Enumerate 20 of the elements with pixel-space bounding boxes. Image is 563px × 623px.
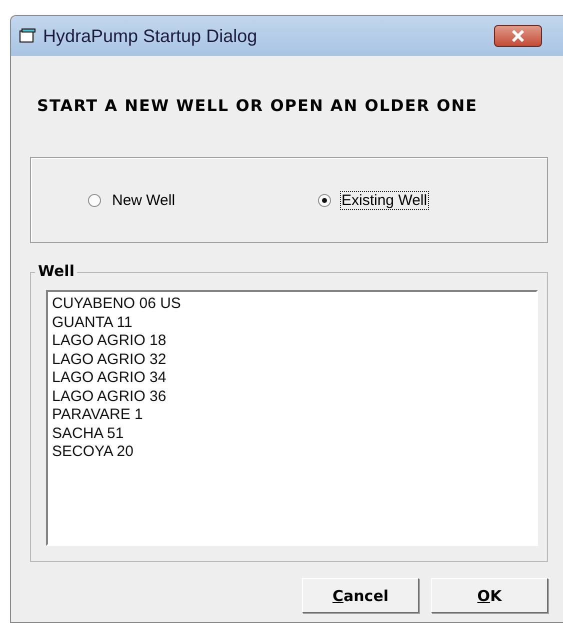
list-item[interactable]: SACHA 51 <box>52 424 124 442</box>
list-item[interactable]: CUYABENO 06 US <box>52 295 181 312</box>
list-item[interactable]: SECOYA 20 <box>52 443 134 460</box>
radio-button[interactable] <box>88 194 101 206</box>
list-item[interactable]: GUANTA 11 <box>52 314 132 330</box>
radio-label[interactable]: Existing Well <box>340 190 430 210</box>
window-title: HydraPump Startup Dialog <box>43 26 258 46</box>
radio-label[interactable]: New Well <box>110 190 178 210</box>
radio-button[interactable] <box>318 194 330 206</box>
list-item[interactable]: LAGO AGRIO 18 <box>52 332 166 349</box>
list-item[interactable]: LAGO AGRIO 36 <box>52 388 166 404</box>
heading: START A NEW WELL OR OPEN AN OLDER ONE <box>37 96 479 117</box>
list-item[interactable]: PARAVARE 1 <box>52 406 143 423</box>
cancel-button[interactable]: Cancel <box>302 578 419 613</box>
ok-button[interactable]: OK <box>431 578 548 613</box>
window-icon <box>19 28 37 44</box>
list-item[interactable]: LAGO AGRIO 32 <box>52 350 166 368</box>
close-button[interactable] <box>494 25 542 47</box>
list-item[interactable]: LAGO AGRIO 34 <box>52 369 166 386</box>
close-icon <box>511 30 525 42</box>
